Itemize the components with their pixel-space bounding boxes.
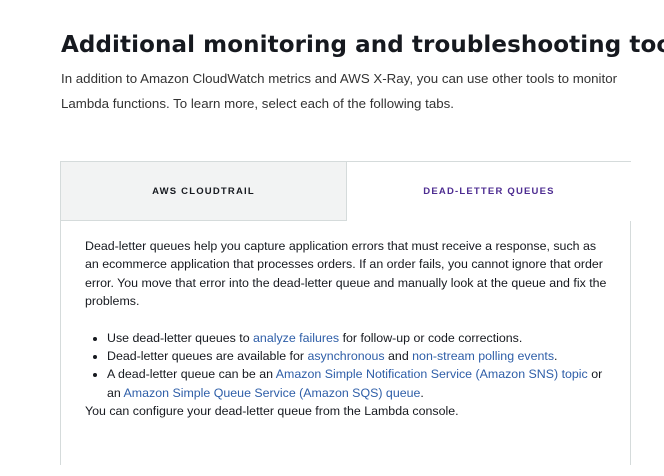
list-item: Dead-letter queues are available for asy… (107, 347, 613, 365)
bullet-text: . (554, 349, 558, 364)
tab-panel-dead-letter-queues: Dead-letter queues help you capture appl… (85, 237, 613, 421)
tab-dead-letter-queues[interactable]: DEAD-LETTER QUEUES (347, 162, 631, 221)
non-stream-polling-events-link[interactable]: non-stream polling events (412, 349, 554, 363)
panel-intro: Dead-letter queues help you capture appl… (85, 239, 607, 309)
tab-aws-cloudtrail[interactable]: AWS CLOUDTRAIL (61, 162, 347, 221)
amazon-sns-topic-link[interactable]: Amazon Simple Notification Service (Amaz… (276, 367, 588, 381)
bullet-text: Dead-letter queues are available for (107, 349, 308, 364)
page-title: Additional monitoring and troubleshootin… (61, 32, 664, 58)
list-item: A dead-letter queue can be an Amazon Sim… (107, 365, 613, 402)
analyze-failures-link[interactable]: analyze failures (253, 331, 339, 345)
bullet-text: and (384, 349, 413, 364)
bullet-text: . (420, 385, 424, 400)
bullet-text: A dead-letter queue can be an (107, 367, 276, 382)
intro-text: In addition to Amazon CloudWatch metrics… (61, 71, 618, 111)
tabs-container: AWS CLOUDTRAIL DEAD-LETTER QUEUES Dead-l… (60, 161, 631, 465)
list-item: Use dead-letter queues to analyze failur… (107, 329, 613, 347)
bullet-list: Use dead-letter queues to analyze failur… (85, 329, 613, 403)
panel-footer: You can configure your dead-letter queue… (85, 404, 459, 419)
bullet-text: Use dead-letter queues to (107, 330, 254, 345)
bullet-text: for follow-up or code corrections. (339, 330, 523, 345)
amazon-sqs-queue-link[interactable]: Amazon Simple Queue Service (Amazon SQS)… (124, 386, 421, 400)
asynchronous-link[interactable]: asynchronous (307, 349, 384, 363)
